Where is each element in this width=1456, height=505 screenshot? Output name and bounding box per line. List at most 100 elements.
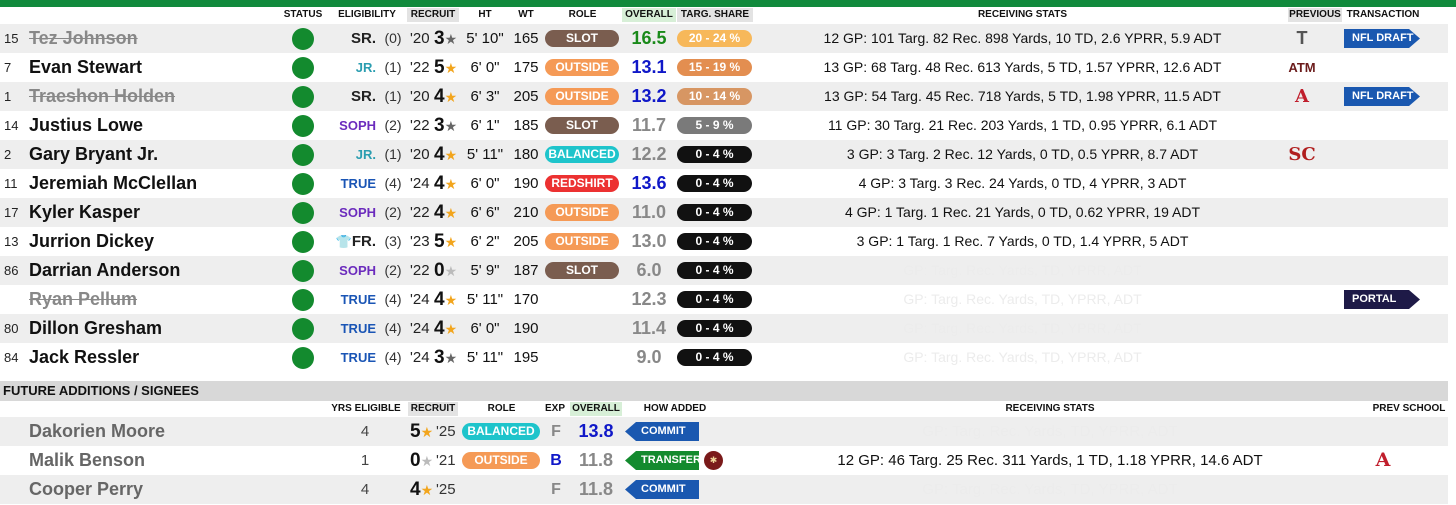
eligibility-label: SOPH: [339, 263, 376, 278]
player-name[interactable]: Jurrion Dickey: [29, 227, 154, 256]
status-indicator: [292, 289, 314, 311]
weight: 185: [513, 117, 539, 134]
recruit-year: '21: [436, 452, 456, 469]
eligibility-years: (4): [384, 320, 402, 336]
transaction-badge[interactable]: PORTAL: [1344, 290, 1420, 309]
player-name[interactable]: Jeremiah McClellan: [29, 169, 197, 198]
recruit-stars: 5★: [410, 417, 436, 446]
transaction-badge[interactable]: NFL DRAFT: [1344, 87, 1420, 106]
target-share-badge: 0 - 4 %: [677, 262, 752, 279]
how-added-badge[interactable]: COMMIT: [625, 422, 699, 441]
header-eligibility: ELIGIBILITY: [338, 9, 396, 20]
transaction-badge[interactable]: NFL DRAFT: [1344, 29, 1420, 48]
target-share-badge: 10 - 14 %: [677, 88, 752, 105]
signee-name[interactable]: Cooper Perry: [29, 475, 143, 504]
jersey-number: 86: [4, 263, 19, 278]
player-name[interactable]: Dillon Gresham: [29, 314, 162, 343]
recruit-year: '22: [410, 59, 430, 76]
weight: 175: [513, 59, 539, 76]
eligibility-label: JR.: [355, 147, 376, 162]
player-name[interactable]: Gary Bryant Jr.: [29, 140, 158, 169]
weight: 170: [513, 291, 539, 308]
player-name[interactable]: Jack Ressler: [29, 343, 139, 372]
signee-name[interactable]: Dakorien Moore: [29, 417, 165, 446]
roster-row: 86 Darrian Anderson SOPH (2) '22 0★ 5' 9" 187 SL…: [0, 256, 1448, 285]
overall-rating: 11.8: [578, 450, 614, 470]
jersey-number: 14: [4, 118, 19, 133]
overall-rating: 12.3: [631, 289, 667, 309]
recruit-year: '24: [410, 320, 430, 337]
recruit-year: '24: [410, 291, 430, 308]
overall-rating: 11.8: [578, 479, 614, 499]
eligibility-class: TRUE: [334, 314, 376, 343]
status-indicator: [292, 231, 314, 253]
how-added-badge[interactable]: TRANSFER: [625, 451, 699, 470]
eligibility-years: (4): [384, 349, 402, 365]
recruit-stars: 4★: [434, 169, 460, 198]
recruit-stars: 4★: [434, 140, 460, 169]
recruit-stars: 0★: [434, 256, 460, 285]
eligibility-class: SOPH: [334, 198, 376, 227]
star-count: 4: [410, 479, 421, 500]
signee-name[interactable]: Malik Benson: [29, 446, 145, 475]
receiving-stats: 13 GP: 68 Targ. 48 Rec. 613 Yards, 5 TD,…: [823, 59, 1222, 75]
role-badge: SLOT: [545, 30, 619, 47]
star-icon: ★: [444, 89, 458, 105]
jersey-number: 15: [4, 31, 19, 46]
height: 5' 11": [466, 349, 504, 366]
overall-rating: 12.2: [631, 144, 667, 164]
overall-rating: 11.0: [631, 202, 667, 222]
header-exp: EXP: [544, 403, 565, 414]
jersey-number: 80: [4, 321, 19, 336]
receiving-stats: GP: Targ. Rec. Yards, TD, YPRR, ADT: [903, 291, 1142, 307]
player-name[interactable]: Traeshon Holden: [29, 82, 175, 111]
header-role-future: ROLE: [487, 403, 516, 414]
star-count: 0: [410, 450, 421, 471]
eligibility-years: (3): [384, 233, 402, 249]
star-count: 0: [434, 260, 445, 281]
troy-logo-icon: T: [1296, 28, 1308, 48]
target-share-badge: 15 - 19 %: [677, 59, 752, 76]
eligibility-class: JR.: [334, 140, 376, 169]
eligibility-class: SOPH: [334, 111, 376, 140]
height: 5' 9": [470, 262, 500, 279]
recruit-stars: 0★: [410, 446, 436, 475]
recruit-year: '24: [410, 175, 430, 192]
header-previous: PREVIOUS: [1288, 8, 1342, 22]
role-badge: BALANCED: [462, 423, 540, 440]
weight: 165: [513, 30, 539, 47]
roster-row: 17 Kyler Kasper SOPH (2) '22 4★ 6' 6" 210 OUTSID…: [0, 198, 1448, 227]
target-share-badge: 0 - 4 %: [677, 146, 752, 163]
recruit-year: '24: [410, 349, 430, 366]
usc-logo-icon: SC: [1288, 144, 1316, 165]
player-name[interactable]: Kyler Kasper: [29, 198, 140, 227]
roster-row: 80 Dillon Gresham TRUE (4) '24 4★ 6' 0" 190 11.4…: [0, 314, 1448, 343]
jersey-number: 1: [4, 89, 12, 104]
how-added-badge[interactable]: COMMIT: [625, 480, 699, 499]
eligibility-class: 👕FR.: [334, 227, 376, 256]
recruit-stars: 3★: [434, 111, 460, 140]
star-icon: ★: [444, 350, 458, 366]
header-overall-future: OVERALL: [570, 402, 622, 416]
player-name[interactable]: Ryan Pellum: [29, 285, 137, 314]
receiving-stats: GP: Targ. Rec. Yards, TD, YPRR, ADT: [903, 320, 1142, 336]
weight: 210: [513, 204, 539, 221]
height: 6' 2": [470, 233, 500, 250]
player-name[interactable]: Tez Johnson: [29, 24, 138, 53]
receiving-stats: 4 GP: 3 Targ. 3 Rec. 24 Yards, 0 TD, 4 Y…: [858, 175, 1187, 191]
player-name[interactable]: Justius Lowe: [29, 111, 143, 140]
future-row: Dakorien Moore 4 5★ '25 BALANCED F 13.8 COMMIT G…: [0, 417, 1448, 446]
height: 6' 3": [470, 88, 500, 105]
header-targ-share: TARG. SHARE: [677, 8, 753, 22]
recruit-stars: 4★: [434, 198, 460, 227]
years-eligible: 4: [360, 481, 370, 498]
receiving-stats: GP: Targ. Rec. Yards, TD, YPRR, ADT: [903, 262, 1142, 278]
target-share-badge: 0 - 4 %: [677, 291, 752, 308]
star-count: 4: [434, 289, 445, 310]
eligibility-class: JR.: [334, 53, 376, 82]
player-name[interactable]: Darrian Anderson: [29, 256, 180, 285]
role-badge: OUTSIDE: [462, 452, 540, 469]
recruit-stars: 4★: [434, 82, 460, 111]
recruit-stars: 5★: [434, 53, 460, 82]
player-name[interactable]: Evan Stewart: [29, 53, 142, 82]
